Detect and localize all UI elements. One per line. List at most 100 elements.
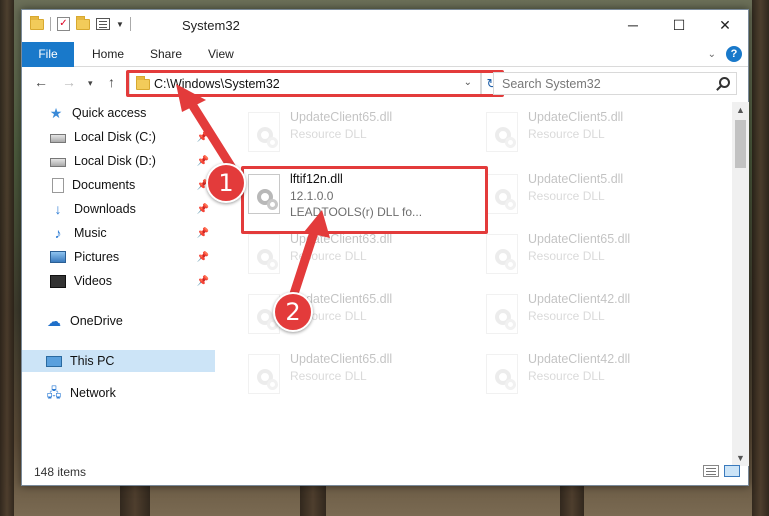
file-item[interactable]: UpdateClient42.dll Resource DLL bbox=[482, 350, 712, 410]
step-2-badge: 2 bbox=[273, 292, 313, 332]
pictures-icon bbox=[50, 251, 66, 263]
sidebar-item-downloads[interactable]: ↓ Downloads 📌 bbox=[22, 198, 215, 220]
navigation-bar: ← → ▾ ↑ C:\Windows\System32 ⌄ ↻ Search S… bbox=[22, 68, 748, 98]
pin-icon[interactable]: 📌 bbox=[197, 204, 209, 215]
file-name: UpdateClient5.dll bbox=[528, 172, 624, 186]
sidebar-item-label: This PC bbox=[70, 354, 115, 368]
star-icon: ★ bbox=[49, 105, 63, 121]
sidebar-item-music[interactable]: ♪ Music 📌 bbox=[22, 222, 215, 244]
sidebar-item-onedrive[interactable]: ☁ OneDrive bbox=[22, 310, 215, 332]
item-count: 148 items bbox=[34, 465, 87, 479]
sidebar-item-label: Videos bbox=[74, 274, 112, 288]
network-icon: 🖧 bbox=[46, 385, 62, 400]
file-item[interactable]: UpdateClient63.dll Resource DLL bbox=[244, 230, 474, 290]
expand-ribbon-icon[interactable]: ⌄ bbox=[708, 49, 716, 60]
file-type: Resource DLL bbox=[528, 127, 605, 141]
sidebar-item-local-disk-c[interactable]: Local Disk (C:) 📌 bbox=[22, 126, 215, 148]
divider bbox=[129, 17, 131, 31]
new-folder-icon[interactable] bbox=[76, 15, 90, 30]
dll-file-icon bbox=[248, 354, 280, 394]
customize-view-icon[interactable] bbox=[96, 18, 110, 30]
sidebar-item-pictures[interactable]: Pictures 📌 bbox=[22, 246, 215, 268]
dll-file-icon bbox=[248, 112, 280, 152]
download-icon: ↓ bbox=[54, 201, 62, 217]
file-item[interactable]: UpdateClient5.dll Resource DLL bbox=[482, 108, 712, 168]
tab-file[interactable]: File bbox=[22, 42, 74, 67]
cloud-icon: ☁ bbox=[47, 313, 61, 329]
recent-locations-icon[interactable]: ▾ bbox=[88, 78, 93, 89]
file-name: UpdateClient65.dll bbox=[528, 232, 631, 246]
file-highlight-box bbox=[241, 166, 488, 234]
vertical-scrollbar[interactable]: ▲ ▼ bbox=[732, 102, 749, 466]
step-1-badge: 1 bbox=[206, 163, 246, 203]
sidebar-item-label: Documents bbox=[72, 178, 136, 192]
help-icon[interactable]: ? bbox=[726, 46, 742, 62]
window-controls: ─ ☐ ✕ bbox=[610, 10, 748, 40]
file-item[interactable]: UpdateClient42.dll Resource DLL bbox=[482, 290, 712, 350]
pin-icon[interactable]: 📌 bbox=[197, 156, 209, 167]
computer-icon bbox=[46, 355, 62, 367]
chevron-down-icon[interactable]: ▼ bbox=[116, 20, 124, 29]
scroll-up-icon[interactable]: ▲ bbox=[732, 102, 749, 118]
tab-share[interactable]: Share bbox=[150, 42, 182, 67]
file-name: UpdateClient63.dll bbox=[290, 232, 393, 246]
scroll-thumb[interactable] bbox=[735, 120, 746, 168]
file-item[interactable]: UpdateClient65.dll Resource DLL bbox=[482, 230, 712, 290]
sidebar-item-documents[interactable]: Documents 📌 bbox=[22, 174, 215, 196]
dll-file-icon bbox=[486, 354, 518, 394]
ribbon-controls: ⌄ ? bbox=[708, 46, 742, 62]
sidebar-item-label: Music bbox=[74, 226, 107, 240]
close-button[interactable]: ✕ bbox=[702, 10, 748, 40]
tab-home[interactable]: Home bbox=[92, 42, 124, 67]
sidebar-item-label: OneDrive bbox=[70, 314, 123, 328]
forward-arrow-icon[interactable]: → bbox=[62, 74, 76, 90]
up-arrow-icon[interactable]: ↑ bbox=[108, 74, 115, 90]
search-icon bbox=[719, 77, 730, 88]
sidebar-item-quick-access[interactable]: ★ Quick access bbox=[22, 102, 215, 124]
dll-file-icon bbox=[248, 234, 280, 274]
file-item[interactable]: UpdateClient65.dll Resource DLL bbox=[244, 350, 474, 410]
dll-file-icon bbox=[486, 112, 518, 152]
music-icon: ♪ bbox=[54, 225, 62, 241]
search-input[interactable]: Search System32 bbox=[493, 72, 737, 95]
sidebar-item-label: Downloads bbox=[74, 202, 136, 216]
sidebar-item-videos[interactable]: Videos 📌 bbox=[22, 270, 215, 292]
view-toggle bbox=[703, 465, 740, 477]
pin-icon[interactable]: 📌 bbox=[197, 276, 209, 287]
sidebar-item-label: Quick access bbox=[72, 106, 147, 120]
sidebar-item-this-pc[interactable]: This PC bbox=[22, 350, 215, 372]
properties-icon[interactable]: ✓ bbox=[57, 17, 70, 31]
videos-icon bbox=[50, 274, 66, 288]
file-type: Resource DLL bbox=[528, 249, 605, 263]
title-bar: ✓ ▼ System32 ─ ☐ ✕ bbox=[22, 10, 748, 42]
sidebar-item-label: Local Disk (C:) bbox=[74, 130, 156, 144]
dll-file-icon bbox=[486, 174, 518, 214]
search-placeholder: Search System32 bbox=[502, 77, 601, 91]
ribbon-tabs: File Home Share View ⌄ ? bbox=[22, 42, 748, 67]
tab-view[interactable]: View bbox=[208, 42, 234, 67]
status-bar: 148 items bbox=[22, 459, 748, 485]
pin-icon[interactable]: 📌 bbox=[197, 228, 209, 239]
minimize-button[interactable]: ─ bbox=[610, 10, 656, 40]
sidebar-item-label: Pictures bbox=[74, 250, 120, 264]
file-item[interactable]: UpdateClient5.dll Resource DLL bbox=[482, 170, 712, 230]
file-explorer-window: ✓ ▼ System32 ─ ☐ ✕ File Home Share View … bbox=[21, 9, 749, 486]
file-name: UpdateClient5.dll bbox=[528, 110, 624, 124]
address-highlight-box bbox=[126, 70, 504, 97]
maximize-button[interactable]: ☐ bbox=[656, 10, 702, 40]
file-list: UpdateClient65.dll Resource DLL UpdateCl… bbox=[222, 102, 732, 462]
file-name: UpdateClient65.dll bbox=[290, 352, 393, 366]
file-type: Resource DLL bbox=[290, 369, 367, 383]
back-arrow-icon[interactable]: ← bbox=[34, 74, 48, 90]
pin-icon[interactable]: 📌 bbox=[197, 252, 209, 263]
disk-icon bbox=[50, 134, 66, 143]
pin-icon[interactable]: 📌 bbox=[197, 132, 209, 143]
sidebar-item-network[interactable]: 🖧 Network bbox=[22, 382, 215, 404]
quick-access-toolbar: ✓ ▼ bbox=[30, 15, 131, 31]
details-view-icon[interactable] bbox=[703, 465, 719, 477]
file-item[interactable]: UpdateClient65.dll Resource DLL bbox=[244, 108, 474, 168]
disk-icon bbox=[50, 158, 66, 167]
sidebar-item-local-disk-d[interactable]: Local Disk (D:) 📌 bbox=[22, 150, 215, 172]
dll-file-icon bbox=[486, 294, 518, 334]
tiles-view-icon[interactable] bbox=[724, 465, 740, 477]
